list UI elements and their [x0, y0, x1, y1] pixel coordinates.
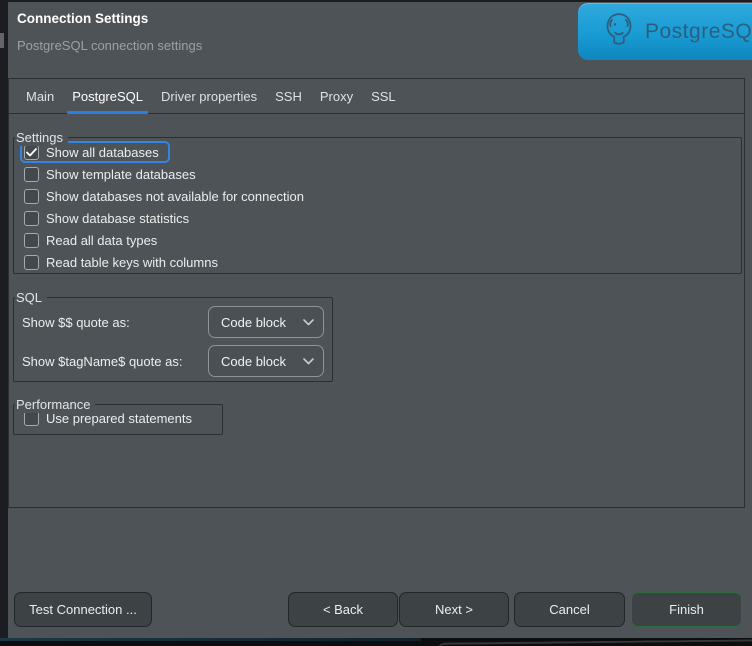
performance-group: Performance Use prepared statements — [13, 404, 223, 435]
page-title: Connection Settings — [17, 11, 148, 26]
tab-label: Driver properties — [161, 89, 257, 104]
checkbox-unchecked-icon — [24, 167, 39, 182]
checkbox-label: Read all data types — [46, 233, 157, 248]
background-window-edge — [0, 33, 4, 48]
dollar-quote-select[interactable]: Code block — [208, 306, 324, 338]
checkbox-show-template-databases[interactable]: Show template databases — [20, 163, 207, 185]
tab-postgresql[interactable]: PostgreSQL — [63, 79, 152, 113]
background-window-edge-line — [436, 639, 752, 646]
select-value: Code block — [221, 315, 303, 330]
next-button[interactable]: Next > — [399, 592, 509, 627]
tab-driver-properties[interactable]: Driver properties — [152, 79, 266, 113]
postgresql-logo-badge: PostgreSQL — [578, 3, 752, 60]
checkbox-read-table-keys[interactable]: Read table keys with columns — [20, 251, 229, 273]
checkbox-read-all-data-types[interactable]: Read all data types — [20, 229, 168, 251]
chevron-down-icon — [303, 358, 314, 365]
tab-ssh[interactable]: SSH — [266, 79, 311, 113]
checkbox-unchecked-icon — [24, 255, 39, 270]
tab-folder: Main PostgreSQL Driver properties SSH Pr… — [8, 78, 745, 508]
checkbox-label: Show database statistics — [46, 211, 189, 226]
tab-proxy[interactable]: Proxy — [311, 79, 362, 113]
select-value: Code block — [221, 354, 303, 369]
dialog-header: Connection Settings PostgreSQL connectio… — [8, 2, 752, 76]
sql-row-dollar-quote: Show $$ quote as: Code block — [22, 306, 324, 338]
tab-main[interactable]: Main — [17, 79, 63, 113]
sql-group-legend: SQL — [15, 289, 47, 306]
tab-label: Main — [26, 89, 54, 104]
finish-button[interactable]: Finish — [631, 592, 742, 627]
checkbox-unchecked-icon — [24, 189, 39, 204]
tagname-quote-select[interactable]: Code block — [208, 345, 324, 377]
checkbox-show-databases-not-available[interactable]: Show databases not available for connect… — [20, 185, 315, 207]
postgresql-logo-text: PostgreSQL — [645, 20, 752, 44]
background-accent — [0, 638, 421, 641]
chevron-down-icon — [303, 319, 314, 326]
settings-group-legend: Settings — [15, 129, 68, 146]
checkbox-label: Show all databases — [46, 145, 159, 160]
performance-group-legend: Performance — [15, 396, 95, 413]
dollar-quote-label: Show $$ quote as: — [22, 315, 208, 330]
tab-label: SSH — [275, 89, 302, 104]
postgresql-elephant-icon — [602, 10, 636, 53]
checkbox-label: Show databases not available for connect… — [46, 189, 304, 204]
settings-group: Settings Show all databases Show templat… — [13, 137, 742, 274]
sql-row-tagname-quote: Show $tagName$ quote as: Code block — [22, 345, 324, 377]
checkbox-unchecked-icon — [24, 233, 39, 248]
tab-label: SSL — [371, 89, 396, 104]
checkbox-show-database-statistics[interactable]: Show database statistics — [20, 207, 200, 229]
connection-settings-dialog: Connection Settings PostgreSQL connectio… — [8, 2, 752, 638]
tagname-quote-label: Show $tagName$ quote as: — [22, 354, 208, 369]
tab-bar: Main PostgreSQL Driver properties SSH Pr… — [9, 79, 744, 114]
test-connection-button[interactable]: Test Connection ... — [14, 592, 152, 627]
checkbox-checked-icon — [24, 145, 39, 160]
back-button[interactable]: < Back — [288, 592, 398, 627]
background-window-strip — [0, 638, 752, 646]
tab-label: PostgreSQL — [72, 89, 143, 104]
checkbox-unchecked-icon — [24, 211, 39, 226]
checkbox-label: Show template databases — [46, 167, 196, 182]
tab-ssl[interactable]: SSL — [362, 79, 405, 113]
page-subtitle: PostgreSQL connection settings — [17, 38, 202, 53]
checkbox-label: Read table keys with columns — [46, 255, 218, 270]
cancel-button[interactable]: Cancel — [514, 592, 625, 627]
sql-group: SQL Show $$ quote as: Code block Show $t… — [13, 297, 333, 382]
tab-label: Proxy — [320, 89, 353, 104]
